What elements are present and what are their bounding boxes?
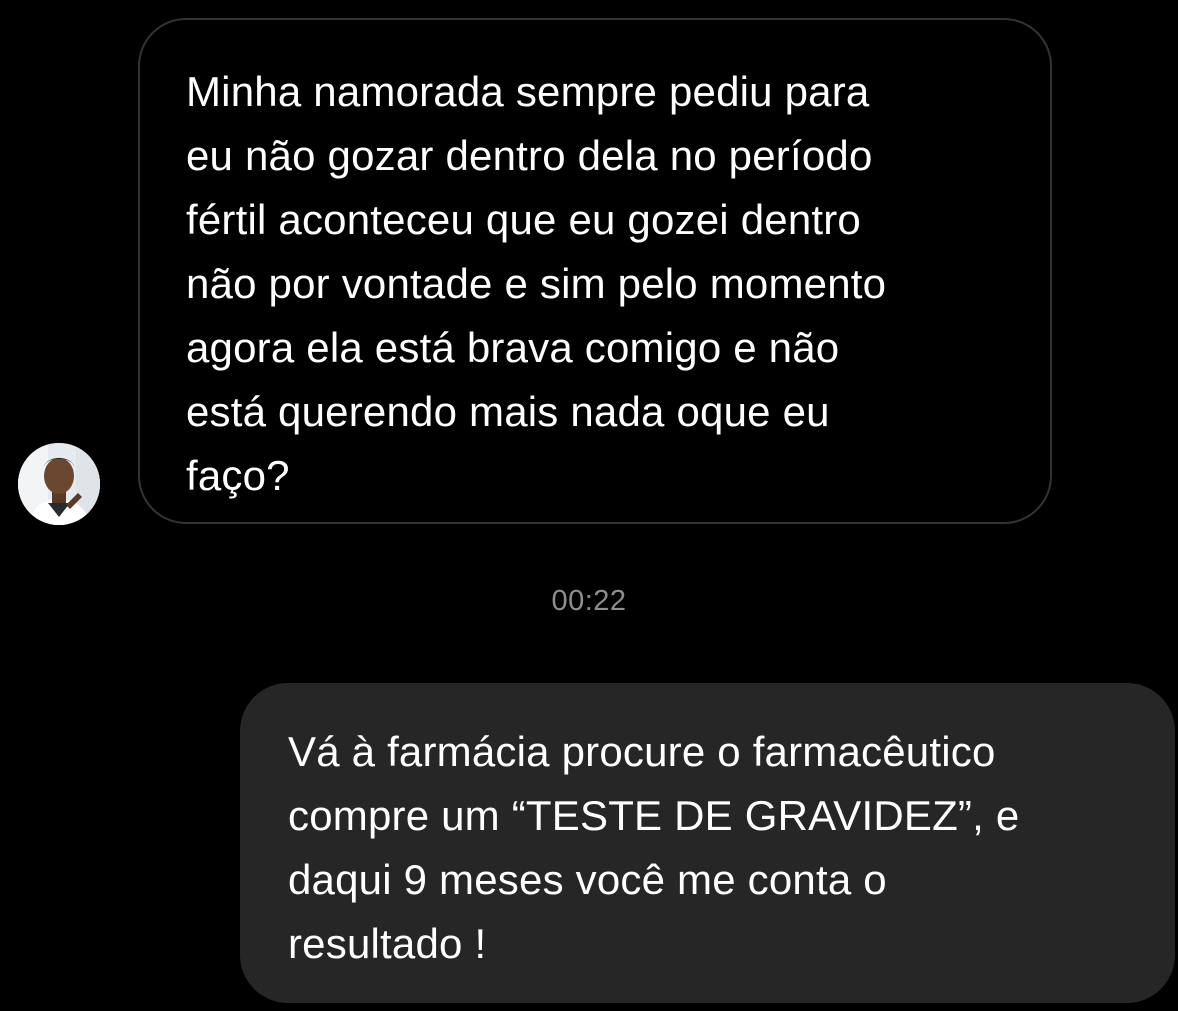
incoming-message-bubble[interactable]: Minha namorada sempre pediu para eu não … (138, 18, 1052, 524)
incoming-message-text: Minha namorada sempre pediu para eu não … (186, 68, 887, 499)
chat-thread: Minha namorada sempre pediu para eu não … (0, 0, 1178, 1011)
message-timestamp: 00:22 (551, 585, 627, 617)
outgoing-message-text: Vá à farmácia procure o farmacêutico com… (288, 728, 1020, 967)
sender-avatar[interactable] (18, 443, 100, 525)
outgoing-message-bubble[interactable]: Vá à farmácia procure o farmacêutico com… (240, 683, 1175, 1003)
profile-photo-icon (18, 443, 100, 525)
